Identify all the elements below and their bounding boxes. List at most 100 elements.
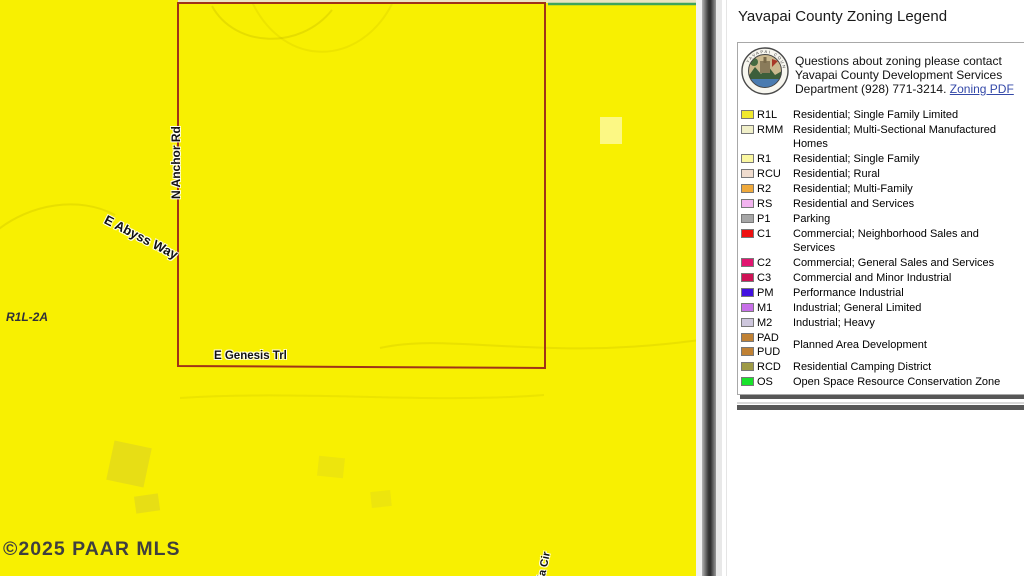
legend-panel: Yavapai County Zoning Legend YAVAPAI COU… (722, 0, 1024, 576)
zone-description: Commercial; Neighborhood Sales andServic… (793, 227, 979, 255)
zone-description: Residential; Single Family (793, 152, 920, 166)
zone-code: R1 (757, 152, 771, 166)
note-line-2: Yavapai County Development Services (795, 68, 1002, 82)
zone-description: Commercial and Minor Industrial (793, 271, 951, 285)
zone-code: OS (757, 375, 773, 389)
parcel-outline (178, 3, 545, 368)
zone-code: RCD (757, 360, 781, 374)
legend-box: YAVAPAI COUNTY ARIZONA Questions about (737, 42, 1024, 395)
zone-color-swatch (741, 110, 754, 119)
zone-description: Performance Industrial (793, 286, 904, 300)
panel-divider (702, 0, 716, 576)
zone-region-label: R1L-2A (6, 310, 48, 324)
legend-note: Questions about zoning please contact Ya… (795, 54, 1014, 96)
legend-row: R2 Residential; Multi-Family (741, 182, 1024, 196)
legend-row: C3 Commercial and Minor Industrial (741, 271, 1024, 285)
zone-color-swatch (741, 169, 754, 178)
zone-description: Industrial; General Limited (793, 301, 921, 315)
screen: N Anchor Rd E Abyss Way E Genesis Trl ol… (0, 0, 1024, 576)
legend-title: Yavapai County Zoning Legend (738, 8, 947, 25)
legend-row: C1 Commercial; Neighborhood Sales andSer… (741, 227, 1024, 255)
map-graphics (0, 0, 696, 576)
zone-color-swatch (741, 273, 754, 282)
legend-row-swatches: R1L (741, 108, 793, 122)
note-line-3: Department (928) 771-3214. (795, 82, 946, 96)
zone-color-swatch (741, 318, 754, 327)
zone-code: C2 (757, 256, 771, 270)
zoning-pdf-link[interactable]: Zoning PDF (950, 82, 1014, 96)
yavapai-county-seal-icon: YAVAPAI COUNTY ARIZONA (741, 47, 789, 95)
legend-row: RS Residential and Services (741, 197, 1024, 211)
zone-color-swatch (741, 258, 754, 267)
panel-left-edge (726, 0, 727, 576)
note-line-1: Questions about zoning please contact (795, 54, 1002, 68)
copyright-watermark: ©2025 PAAR MLS (3, 538, 181, 561)
lower-panel-shadow (737, 405, 1024, 410)
legend-rows: R1L Residential; Single Family Limited R… (741, 108, 1024, 389)
zone-code: RS (757, 197, 772, 211)
legend-row: M2 Industrial; Heavy (741, 316, 1024, 330)
legend-row: RMM Residential; Multi-Sectional Manufac… (741, 123, 1024, 151)
legend-row-swatches: RCD (741, 360, 793, 374)
legend-row: PM Performance Industrial (741, 286, 1024, 300)
legend-row-swatches: R2 (741, 182, 793, 196)
legend-row-swatches: OS (741, 375, 793, 389)
zoning-map: N Anchor Rd E Abyss Way E Genesis Trl ol… (0, 0, 696, 576)
zone-color-swatch (741, 214, 754, 223)
road-label-e-genesis-trl: E Genesis Trl (214, 350, 287, 362)
zone-description: Industrial; Heavy (793, 316, 875, 330)
zone-code: M1 (757, 301, 772, 315)
legend-row: RCD Residential Camping District (741, 360, 1024, 374)
legend-row: R1 Residential; Single Family (741, 152, 1024, 166)
zone-code: P1 (757, 212, 770, 226)
legend-row-swatches: RCU (741, 167, 793, 181)
legend-row: RCU Residential; Rural (741, 167, 1024, 181)
legend-row: OS Open Space Resource Conservation Zone (741, 375, 1024, 389)
zone-color-swatch (741, 288, 754, 297)
legend-row-swatches: RMM (741, 123, 793, 151)
zone-color-swatch (741, 333, 754, 342)
legend-row-swatches: C3 (741, 271, 793, 285)
legend-row-swatches: M2 (741, 316, 793, 330)
legend-row-swatches: RS (741, 197, 793, 211)
zone-color-swatch (741, 303, 754, 312)
zone-description: Planned Area Development (793, 338, 927, 352)
lower-panel-edge (737, 402, 1024, 404)
legend-row-swatches: PM (741, 286, 793, 300)
zone-color-swatch (741, 154, 754, 163)
zone-color-swatch (741, 347, 754, 356)
zone-code: PAD (757, 331, 779, 345)
zone-color-swatch (741, 199, 754, 208)
zone-description: Residential; Multi-Family (793, 182, 913, 196)
legend-row-swatches: P1 (741, 212, 793, 226)
legend-row: R1L Residential; Single Family Limited (741, 108, 1024, 122)
legend-row: PADPUD Planned Area Development (741, 331, 1024, 359)
legend-row-swatches: PADPUD (741, 331, 793, 359)
zone-code: R2 (757, 182, 771, 196)
zone-code: R1L (757, 108, 777, 122)
zone-description: Open Space Resource Conservation Zone (793, 375, 1000, 389)
legend-row-swatches: C1 (741, 227, 793, 255)
legend-row: C2 Commercial; General Sales and Service… (741, 256, 1024, 270)
zone-description: Residential; Multi-Sectional Manufacture… (793, 123, 996, 151)
zone-color-swatch (741, 229, 754, 238)
legend-row-swatches: M1 (741, 301, 793, 315)
zone-color-swatch (741, 362, 754, 371)
zone-description: Residential Camping District (793, 360, 931, 374)
zone-description: Residential; Single Family Limited (793, 108, 958, 122)
zone-code: C3 (757, 271, 771, 285)
zone-description: Commercial; General Sales and Services (793, 256, 994, 270)
zone-code: PUD (757, 345, 780, 359)
legend-row-swatches: R1 (741, 152, 793, 166)
zone-code: M2 (757, 316, 772, 330)
zone-code: RCU (757, 167, 781, 181)
zone-description: Residential and Services (793, 197, 914, 211)
zone-color-swatch (741, 377, 754, 386)
legend-row-swatches: C2 (741, 256, 793, 270)
zone-code: C1 (757, 227, 771, 241)
legend-row: M1 Industrial; General Limited (741, 301, 1024, 315)
zone-color-swatch (741, 184, 754, 193)
road-label-n-anchor-rd: N Anchor Rd (169, 129, 183, 199)
zone-description: Residential; Rural (793, 167, 880, 181)
zone-description: Parking (793, 212, 830, 226)
